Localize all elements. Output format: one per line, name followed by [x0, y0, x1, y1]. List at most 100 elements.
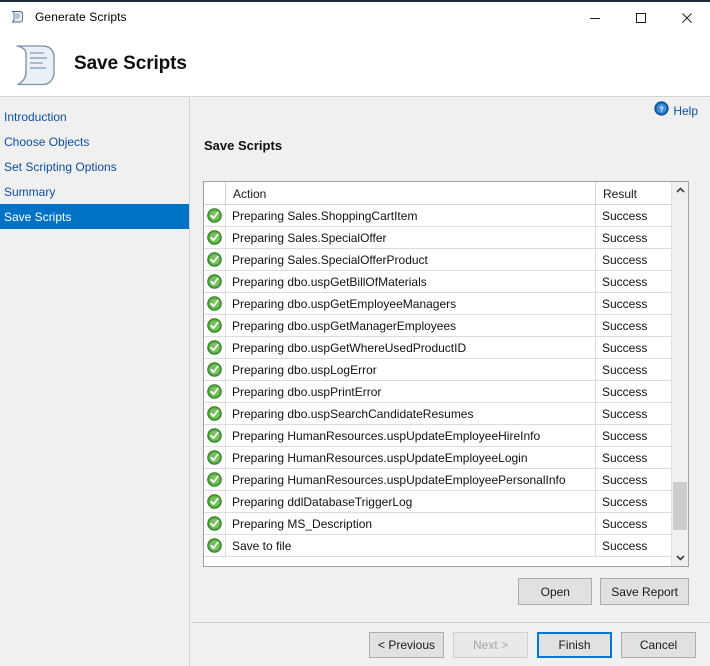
table-row[interactable]: Preparing HumanResources.uspUpdateEmploy… — [204, 447, 671, 469]
grid-column-result[interactable]: Result — [596, 182, 671, 205]
chevron-up-icon — [675, 187, 685, 193]
success-icon — [207, 516, 222, 531]
script-scroll-icon — [9, 8, 27, 26]
success-icon — [207, 318, 222, 333]
row-result-cell: Success — [602, 362, 648, 377]
previous-button[interactable]: < Previous — [369, 631, 444, 658]
table-row[interactable]: Preparing dbo.uspPrintError Success — [204, 381, 671, 403]
finish-button[interactable]: Finish — [537, 631, 612, 658]
success-icon — [207, 384, 222, 399]
results-grid: Action Result Preparing Sales.ShoppingCa… — [203, 181, 689, 567]
sidebar-item-save-scripts[interactable]: Save Scripts — [0, 204, 189, 229]
success-icon — [207, 428, 222, 443]
row-action-cell: Preparing Sales.SpecialOfferProduct — [226, 249, 596, 270]
grid-vertical-scrollbar[interactable] — [671, 182, 688, 566]
table-row[interactable]: Preparing dbo.uspGetBillOfMaterials Succe… — [204, 271, 671, 293]
success-icon — [207, 494, 222, 509]
row-action-cell: Preparing HumanResources.uspUpdateEmploy… — [226, 469, 596, 490]
success-icon — [207, 340, 222, 355]
row-result-cell: Success — [602, 538, 648, 553]
row-status-cell — [204, 249, 226, 270]
title-bar: Generate Scripts — [0, 0, 710, 31]
row-result-cell: Success — [602, 296, 648, 311]
sidebar-item-choose-objects[interactable]: Choose Objects — [0, 129, 189, 154]
row-status-cell — [204, 337, 226, 358]
close-button[interactable] — [664, 2, 710, 33]
success-icon — [207, 252, 222, 267]
next-button: Next > — [453, 631, 528, 658]
generate-scripts-window: Generate Scripts Save Scripts Introducti… — [0, 0, 710, 666]
row-action-cell: Preparing dbo.uspGetWhereUsedProductID — [226, 337, 596, 358]
row-action-cell: Preparing dbo.uspPrintError — [226, 381, 596, 402]
row-status-cell — [204, 403, 226, 424]
row-status-cell — [204, 381, 226, 402]
success-icon — [207, 230, 222, 245]
row-status-cell — [204, 469, 226, 490]
success-icon — [207, 472, 222, 487]
row-status-cell — [204, 447, 226, 468]
table-row[interactable]: Preparing dbo.uspGetEmployeeManagers Succ… — [204, 293, 671, 315]
row-status-cell — [204, 315, 226, 336]
chevron-down-icon — [675, 555, 685, 561]
row-action-cell: Preparing Sales.SpecialOffer — [226, 227, 596, 248]
window-title: Generate Scripts — [35, 9, 127, 24]
sidebar-item-label: Choose Objects — [4, 134, 90, 149]
row-result-cell: Success — [602, 516, 648, 531]
table-row[interactable]: Preparing Sales.SpecialOfferProduct Succe… — [204, 249, 671, 271]
row-action-cell: Preparing dbo.uspGetBillOfMaterials — [226, 271, 596, 292]
row-action-cell: Preparing ddlDatabaseTriggerLog — [226, 491, 596, 512]
sidebar-item-label: Save Scripts — [4, 209, 72, 224]
success-icon — [207, 538, 222, 553]
table-row[interactable]: Save to file Success — [204, 535, 671, 557]
table-row[interactable]: Preparing HumanResources.uspUpdateEmploy… — [204, 425, 671, 447]
row-result-cell: Success — [602, 230, 648, 245]
scrollbar-thumb[interactable] — [673, 482, 687, 530]
row-status-cell — [204, 227, 226, 248]
cancel-button[interactable]: Cancel — [621, 631, 696, 658]
success-icon — [207, 296, 222, 311]
row-status-cell — [204, 535, 226, 556]
table-row[interactable]: Preparing HumanResources.uspUpdateEmploy… — [204, 469, 671, 491]
sidebar-item-summary[interactable]: Summary — [0, 179, 189, 204]
table-row[interactable]: Preparing Sales.ShoppingCartItem Success — [204, 205, 671, 227]
table-row[interactable]: Preparing ddlDatabaseTriggerLog Success — [204, 491, 671, 513]
table-row[interactable]: Preparing dbo.uspGetManagerEmployees Succ… — [204, 315, 671, 337]
grid-header-row: Action Result — [204, 182, 671, 205]
close-icon — [682, 12, 692, 23]
row-status-cell — [204, 425, 226, 446]
sidebar-item-introduction[interactable]: Introduction — [0, 104, 189, 129]
row-action-cell: Preparing dbo.uspGetEmployeeManagers — [226, 293, 596, 314]
table-row[interactable]: Preparing MS_Description Success — [204, 513, 671, 535]
row-result-cell: Success — [602, 406, 648, 421]
save-report-button[interactable]: Save Report — [600, 578, 689, 605]
success-icon — [207, 362, 222, 377]
row-result-cell: Success — [602, 428, 648, 443]
row-action-cell: Preparing MS_Description — [226, 513, 596, 534]
scroll-up-button[interactable] — [672, 182, 688, 199]
table-row[interactable]: Preparing Sales.SpecialOffer Success — [204, 227, 671, 249]
minimize-button[interactable] — [572, 2, 618, 33]
row-result-cell: Success — [602, 318, 648, 333]
open-button[interactable]: Open — [518, 578, 593, 605]
grid-column-action[interactable]: Action — [226, 182, 596, 205]
row-result-cell: Success — [602, 340, 648, 355]
row-action-cell: Preparing dbo.uspSearchCandidateResumes — [226, 403, 596, 424]
row-status-cell — [204, 359, 226, 380]
sidebar-item-label: Introduction — [4, 109, 67, 124]
scroll-down-button[interactable] — [672, 549, 688, 566]
sidebar-item-label: Set Scripting Options — [4, 159, 117, 174]
page-title: Save Scripts — [74, 52, 187, 74]
row-status-cell — [204, 271, 226, 292]
table-row[interactable]: Preparing dbo.uspSearchCandidateResumes S… — [204, 403, 671, 425]
maximize-button[interactable] — [618, 2, 664, 33]
maximize-icon — [636, 12, 646, 23]
table-row[interactable]: Preparing dbo.uspGetWhereUsedProductID Su… — [204, 337, 671, 359]
help-link[interactable]: ? Help — [654, 101, 698, 121]
row-action-cell: Preparing dbo.uspGetManagerEmployees — [226, 315, 596, 336]
row-result-cell: Success — [602, 472, 648, 487]
table-row[interactable]: Preparing dbo.uspLogError Success — [204, 359, 671, 381]
sidebar-item-set-scripting-options[interactable]: Set Scripting Options — [0, 154, 189, 179]
row-action-cell: Preparing HumanResources.uspUpdateEmploy… — [226, 425, 596, 446]
wizard-steps-sidebar: Introduction Choose Objects Set Scriptin… — [0, 96, 190, 666]
grid-column-status[interactable] — [204, 182, 226, 205]
